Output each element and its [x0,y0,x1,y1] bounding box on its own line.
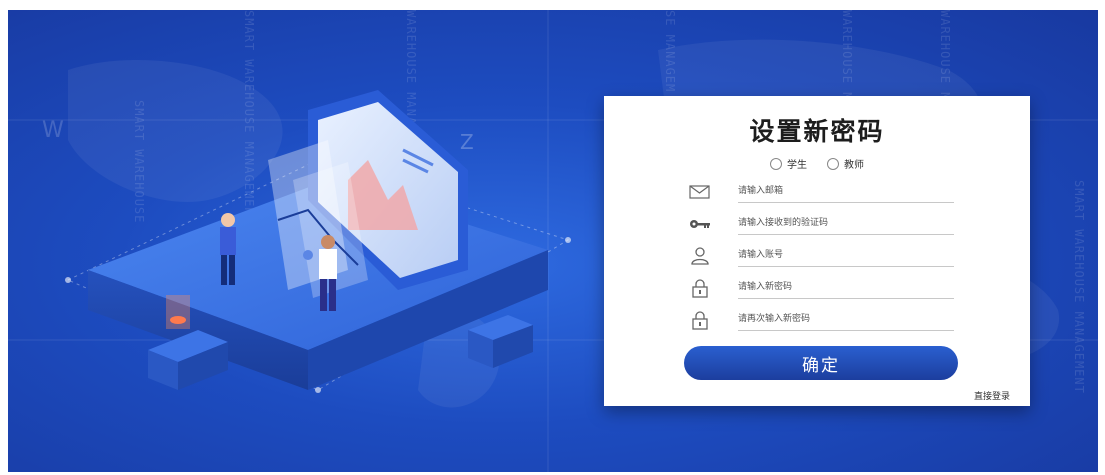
role-option-teacher[interactable]: 教师 [827,156,864,171]
watermark-text: WAREHOUSE M [938,10,952,101]
radio-button[interactable] [770,157,782,170]
watermark-text: SMART WAREHOUSE MANAGEMENT [1072,180,1086,394]
mail-icon [689,185,710,199]
confirm-button[interactable]: 确定 [684,346,958,380]
role-label: 学生 [787,160,807,171]
role-label: 教师 [844,160,864,171]
new-password-input[interactable] [738,276,954,299]
account-field [688,244,954,268]
direct-login-link[interactable]: 直接登录 [974,389,1010,402]
key-icon [690,220,710,228]
role-option-student[interactable]: 学生 [770,156,807,171]
watermark-text: SE MANAGEM [663,10,677,93]
lock-icon [692,279,708,298]
email-field [688,180,954,204]
role-selector: 学生 教师 [604,156,1030,171]
verification-code-field [688,212,954,236]
dashboard-illustration [65,90,571,393]
email-input[interactable] [738,180,954,203]
reset-password-panel: 设置新密码 学生 教师 请输入邮箱 请输入接收到的验证码 请输入账号 确定 直接… [604,96,1030,406]
radio-button[interactable] [827,157,839,170]
confirm-password-field [688,308,954,332]
confirm-password-input[interactable] [738,308,954,331]
verification-code-input[interactable] [738,212,954,235]
new-password-field [688,276,954,300]
page-title: 设置新密码 [749,117,885,146]
user-icon [691,247,709,265]
lock-icon [692,311,708,330]
account-input[interactable] [738,244,954,267]
